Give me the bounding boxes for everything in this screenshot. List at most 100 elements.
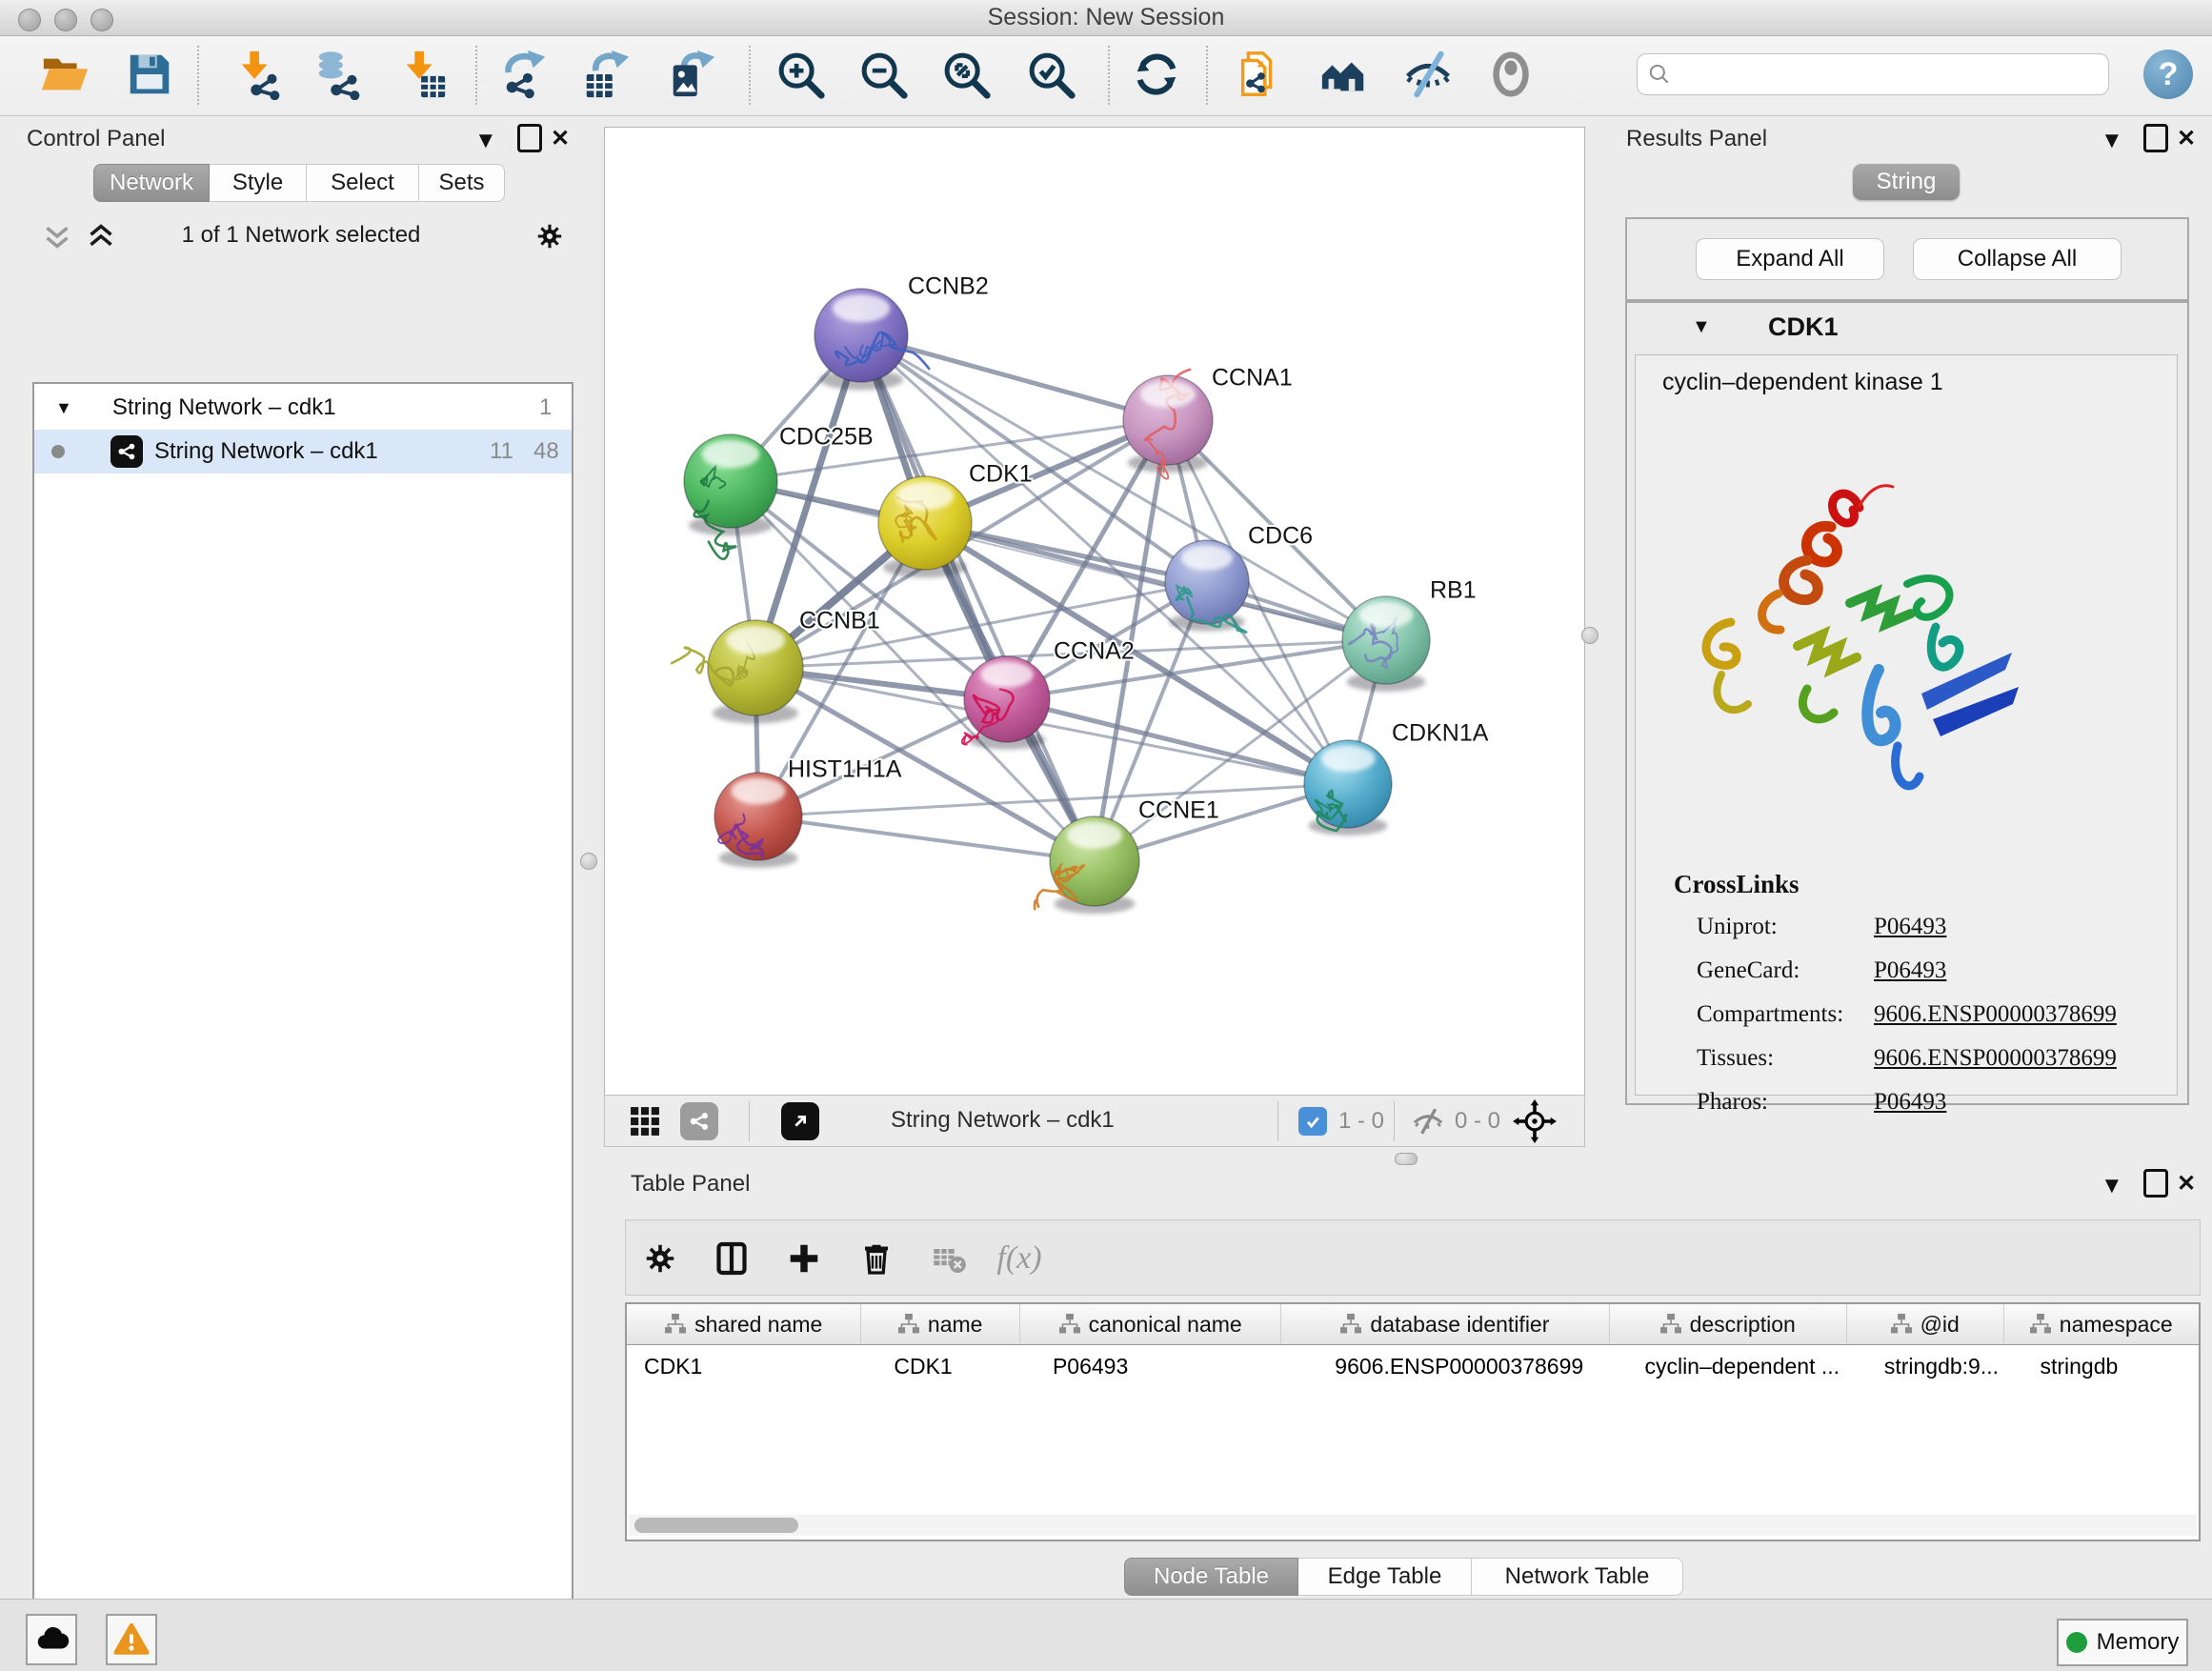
cell-database-identifier[interactable]: 9606.ENSP00000378699 xyxy=(1281,1345,1609,1387)
crosslink-pharos-link[interactable]: P06493 xyxy=(1874,1089,1946,1116)
column-header-canonical-name[interactable]: canonical name xyxy=(1020,1304,1281,1344)
import-network-database-button[interactable] xyxy=(312,48,364,101)
column-header-shared-name[interactable]: shared name xyxy=(627,1304,861,1344)
cell-namespace[interactable]: stringdb xyxy=(2003,1345,2199,1387)
show-hide-graphics-button[interactable] xyxy=(1402,48,1454,101)
crosslink-uniprot-link[interactable]: P06493 xyxy=(1874,914,1946,940)
warning-icon xyxy=(112,1621,151,1659)
network-canvas[interactable]: CCNB2CCNA1CDC25BCDK1CDC6RB1CCNB1CCNA2CDK… xyxy=(604,127,1585,1096)
crosslink-label: Compartments: xyxy=(1697,1001,1843,1027)
network-edge-HIST1H1A-CCNE1[interactable] xyxy=(758,816,1095,861)
open-session-button[interactable] xyxy=(39,48,90,101)
cell-id[interactable]: stringdb:9... xyxy=(1847,1345,2004,1387)
column-header-namespace[interactable]: namespace xyxy=(2004,1304,2200,1344)
open-in-browser-button[interactable] xyxy=(781,1102,819,1140)
left-splitter-handle[interactable] xyxy=(580,853,597,870)
control-panel-close-icon[interactable]: ✕ xyxy=(551,126,570,152)
add-column-button[interactable] xyxy=(781,1236,827,1281)
control-panel-collapse-icon[interactable]: ▼ xyxy=(474,128,497,154)
search-input[interactable] xyxy=(1678,61,2108,88)
column-header-description[interactable]: description xyxy=(1610,1304,1847,1344)
birdseye-nav-button[interactable] xyxy=(1512,1098,1558,1149)
export-table-button[interactable] xyxy=(581,48,633,101)
column-header-database-identifier[interactable]: database identifier xyxy=(1281,1304,1609,1344)
collapse-all-button[interactable]: Collapse All xyxy=(1913,238,2122,280)
window-titlebar[interactable]: Session: New Session xyxy=(0,0,2212,36)
function-builder-button[interactable]: f(x) xyxy=(996,1236,1042,1281)
birdseye-toggle-button[interactable] xyxy=(1485,48,1537,101)
cell-name[interactable]: CDK1 xyxy=(861,1345,1020,1387)
column-header-name[interactable]: name xyxy=(861,1304,1020,1344)
zoom-fit-icon xyxy=(940,49,992,100)
import-string-network-button[interactable] xyxy=(1234,48,1285,101)
search-icon xyxy=(1647,62,1672,87)
delete-table-button[interactable] xyxy=(926,1236,972,1281)
delete-column-button[interactable] xyxy=(854,1236,899,1281)
zoom-out-button[interactable] xyxy=(857,48,909,101)
share-icon xyxy=(687,1109,712,1134)
tree-expander-icon[interactable]: ▼ xyxy=(55,398,72,418)
zoom-in-button[interactable] xyxy=(774,48,826,101)
results-panel-float-icon[interactable] xyxy=(2143,124,2168,159)
results-panel-collapse-icon[interactable]: ▼ xyxy=(2101,128,2123,154)
gene-section-expander-icon[interactable]: ▼ xyxy=(1692,316,1711,338)
tab-select[interactable]: Select xyxy=(307,164,419,202)
crosslink-row: Tissues: xyxy=(1697,1045,1774,1072)
tab-network[interactable]: Network xyxy=(93,164,210,202)
expand-all-button[interactable]: Expand All xyxy=(1696,238,1884,280)
protein-structure-image xyxy=(1664,470,2064,851)
export-network-button[interactable] xyxy=(499,48,551,101)
column-type-icon xyxy=(665,1314,686,1335)
save-session-button[interactable] xyxy=(124,48,175,101)
import-network-file-button[interactable] xyxy=(232,48,284,101)
cell-description[interactable]: cyclin–dependent ... xyxy=(1609,1345,1846,1387)
zoom-fit-button[interactable] xyxy=(940,48,992,101)
warnings-button[interactable] xyxy=(106,1614,157,1665)
export-image-button[interactable] xyxy=(666,48,717,101)
tab-string[interactable]: String xyxy=(1853,164,1960,200)
toolbar-separator xyxy=(1277,1101,1278,1141)
hidden-items-icon[interactable] xyxy=(1411,1104,1445,1143)
grid-layout-button[interactable] xyxy=(626,1102,664,1140)
tab-node-table[interactable]: Node Table xyxy=(1124,1558,1298,1596)
network-collection-row[interactable]: ▼ String Network – cdk1 1 xyxy=(34,386,572,430)
memory-label: Memory xyxy=(2097,1629,2180,1656)
network-view-title: String Network – cdk1 xyxy=(891,1107,1115,1134)
zoom-selected-button[interactable] xyxy=(1025,48,1076,101)
tab-edge-table[interactable]: Edge Table xyxy=(1298,1558,1472,1596)
table-panel-close-icon[interactable]: ✕ xyxy=(2177,1171,2196,1198)
table-settings-button[interactable] xyxy=(637,1236,683,1281)
results-buttons-box: Expand All Collapse All xyxy=(1625,217,2189,301)
table-row[interactable]: CDK1 CDK1 P06493 9606.ENSP00000378699 cy… xyxy=(627,1345,2199,1387)
search-box[interactable] xyxy=(1637,53,2109,95)
cloud-status-button[interactable] xyxy=(26,1614,77,1665)
bottom-splitter-handle[interactable] xyxy=(1395,1153,1418,1165)
cell-canonical-name[interactable]: P06493 xyxy=(1020,1345,1281,1387)
crosslink-tissues-link[interactable]: 9606.ENSP00000378699 xyxy=(1874,1045,2117,1072)
selected-checkbox-icon[interactable] xyxy=(1298,1107,1327,1136)
crosslink-genecard-link[interactable]: P06493 xyxy=(1874,957,1946,984)
network-share-button[interactable] xyxy=(680,1102,718,1140)
tab-style[interactable]: Style xyxy=(210,164,307,202)
network-options-gear-icon[interactable] xyxy=(533,219,567,253)
results-panel-close-icon[interactable]: ✕ xyxy=(2177,126,2196,152)
right-splitter-handle[interactable] xyxy=(1581,627,1599,644)
table-panel-collapse-icon[interactable]: ▼ xyxy=(2101,1173,2123,1199)
network-row-selected[interactable]: String Network – cdk1 11 48 xyxy=(34,430,572,473)
memory-button[interactable]: Memory xyxy=(2057,1619,2188,1666)
tab-sets[interactable]: Sets xyxy=(419,164,505,202)
home-button[interactable] xyxy=(1318,48,1370,101)
network-graph[interactable]: CCNB2CCNA1CDC25BCDK1CDC6RB1CCNB1CCNA2CDK… xyxy=(605,128,1584,1095)
column-header-id[interactable]: @id xyxy=(1847,1304,2004,1344)
crosslink-compartments-link[interactable]: 9606.ENSP00000378699 xyxy=(1874,1001,2117,1028)
table-horizontal-scrollbar[interactable] xyxy=(629,1515,2197,1536)
scrollbar-thumb[interactable] xyxy=(634,1518,798,1533)
refresh-view-button[interactable] xyxy=(1131,48,1182,101)
cell-shared-name[interactable]: CDK1 xyxy=(627,1345,861,1387)
table-panel-float-icon[interactable] xyxy=(2143,1169,2168,1204)
import-table-file-button[interactable] xyxy=(397,48,449,101)
tab-network-table[interactable]: Network Table xyxy=(1472,1558,1683,1596)
control-panel-float-icon[interactable] xyxy=(517,124,542,159)
help-button[interactable]: ? xyxy=(2143,50,2193,99)
show-columns-button[interactable] xyxy=(709,1236,754,1281)
